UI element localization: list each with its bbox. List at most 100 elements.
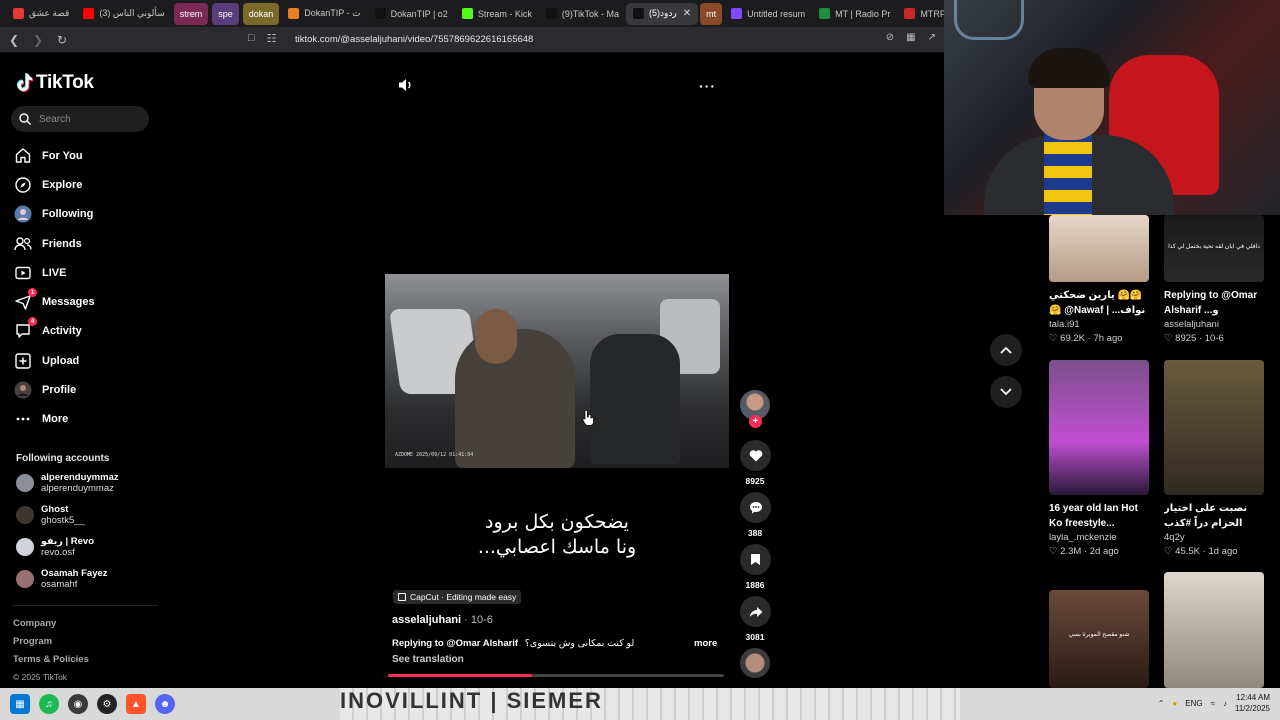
- browser-tab[interactable]: dokan: [242, 2, 280, 25]
- comment-button[interactable]: [740, 492, 771, 523]
- video-thumbnail[interactable]: [1164, 360, 1264, 495]
- tiktok-logo[interactable]: TikTok: [16, 72, 94, 94]
- video-thumbnail[interactable]: شنو مقصح الموبرة بسي: [1049, 590, 1149, 688]
- browser-tab[interactable]: (9)TikTok - Ma: [539, 3, 626, 25]
- discord-icon[interactable]: ☻: [155, 694, 175, 714]
- video-thumbnail[interactable]: [1049, 215, 1149, 282]
- search-input[interactable]: [39, 113, 139, 125]
- follow-plus-icon[interactable]: +: [749, 415, 762, 428]
- system-clock[interactable]: 12:44 AM 11/2/2025: [1235, 692, 1270, 714]
- sidebar-item-explore[interactable]: Explore: [14, 170, 95, 199]
- tab-favicon-icon: [731, 8, 743, 19]
- browser-tab[interactable]: Untitled resum: [724, 3, 812, 25]
- suggested-video-card[interactable]: نصبت على اختيار الحزام دراً #كذب هيييييي…: [1164, 360, 1264, 559]
- music-disc[interactable]: [740, 648, 770, 678]
- suggested-author[interactable]: 4q2y: [1164, 531, 1264, 545]
- video-thumbnail[interactable]: [1049, 360, 1149, 495]
- back-icon[interactable]: ❮: [4, 30, 24, 50]
- browser-tab[interactable]: strem: [173, 2, 209, 25]
- app-icon[interactable]: ⚙: [97, 694, 117, 714]
- speaker-icon[interactable]: ♪: [1223, 699, 1227, 708]
- bookmark-icon[interactable]: □: [248, 32, 255, 45]
- share-page-icon[interactable]: ↗: [928, 32, 936, 43]
- account-handle: revo.osf: [41, 547, 75, 558]
- footer-link-company[interactable]: Company: [13, 618, 89, 636]
- windows-start-icon[interactable]: ▦: [10, 694, 30, 714]
- browser-tab[interactable]: Stream - Kick: [455, 3, 539, 25]
- footer-link-program[interactable]: Program: [13, 636, 89, 654]
- sidebar-item-for-you[interactable]: For You: [14, 141, 95, 170]
- wifi-icon[interactable]: ≈: [1211, 699, 1215, 708]
- suggested-video-card[interactable]: [1164, 572, 1264, 688]
- following-account[interactable]: ريفو | Revo revo.osf: [16, 536, 94, 558]
- suggested-author[interactable]: tala.i91: [1049, 318, 1149, 332]
- site-settings-icon[interactable]: ☷: [267, 32, 277, 45]
- suggested-video-card[interactable]: شنو مقصح الموبرة بسي: [1049, 590, 1149, 688]
- sidebar-item-friends[interactable]: Friends: [14, 229, 95, 258]
- browser-tab[interactable]: DokanTIP - ت: [281, 3, 367, 25]
- reader-view-icon[interactable]: ▦: [906, 32, 915, 43]
- sidebar-item-messages[interactable]: 1 Messages: [14, 287, 95, 316]
- more-options-icon[interactable]: ···: [699, 78, 716, 94]
- like-button[interactable]: [740, 440, 771, 471]
- no-tracking-icon[interactable]: ⊘: [886, 32, 894, 43]
- video-author[interactable]: asselaljuhani · 10-6: [392, 614, 493, 626]
- tray-chevron-icon[interactable]: ⌃: [1158, 699, 1165, 708]
- search-box[interactable]: [11, 106, 149, 132]
- suggested-author[interactable]: layla_.mckenzie: [1049, 531, 1149, 545]
- browser-tab[interactable]: (5)ردود ✕: [626, 2, 699, 25]
- tab-favicon-icon: [819, 8, 831, 19]
- footer-link-terms[interactable]: Terms & Policies: [13, 654, 89, 672]
- sidebar-item-live[interactable]: LIVE: [14, 258, 95, 287]
- video-thumbnail[interactable]: دافلي في ابان لقه تحية بختمل لي كذا: [1164, 215, 1264, 282]
- browser-tab[interactable]: DokanTIP | o2: [368, 3, 455, 25]
- share-button[interactable]: [740, 596, 771, 627]
- close-tab-icon[interactable]: ✕: [683, 8, 691, 19]
- tray-app-icon[interactable]: ●: [1172, 699, 1177, 708]
- suggested-author[interactable]: asselaljuhani: [1164, 318, 1264, 332]
- following-account[interactable]: Osamah Fayez osamahf: [16, 568, 108, 590]
- sidebar-item-more[interactable]: More: [14, 405, 95, 434]
- browser-tab[interactable]: mt: [700, 2, 723, 25]
- suggested-video-card[interactable]: دافلي في ابان لقه تحية بختمل لي كذا Reply…: [1164, 215, 1264, 346]
- suggested-title: Replying to @Omar Alsharif ...و: [1164, 290, 1258, 316]
- browser-tab[interactable]: قصة عشق: [6, 3, 76, 25]
- avatar: [16, 570, 34, 588]
- browser-tab[interactable]: spe: [212, 2, 239, 25]
- browser-tab[interactable]: (3) سألوني الناس: [76, 3, 171, 25]
- sidebar-item-label: Profile: [42, 384, 77, 397]
- next-video-button[interactable]: [990, 376, 1022, 408]
- spotify-icon[interactable]: ♫: [39, 694, 59, 714]
- more-button[interactable]: more: [694, 638, 717, 649]
- video-frame[interactable]: AZDOME 2025/09/12 01:41:04: [385, 274, 729, 468]
- bookmark-button[interactable]: [740, 544, 771, 575]
- following-account[interactable]: Ghost ghostk5__: [16, 504, 85, 526]
- browser-tab[interactable]: MT | Radio Pr: [812, 3, 897, 25]
- account-handle: osamahf: [41, 579, 78, 590]
- video-progress-bar[interactable]: [388, 674, 724, 677]
- scarf: [1044, 130, 1092, 215]
- sidebar-item-activity[interactable]: 4 Activity: [14, 317, 95, 346]
- capcut-anchor[interactable]: CapCut · Editing made easy: [393, 590, 522, 604]
- see-translation-link[interactable]: See translation: [392, 654, 464, 665]
- previous-video-button[interactable]: [990, 334, 1022, 366]
- progress-fill: [388, 674, 533, 677]
- reload-icon[interactable]: ↻: [52, 30, 72, 50]
- url-field[interactable]: tiktok.com/@asselaljuhani/video/75578696…: [295, 34, 533, 45]
- reply-prefix[interactable]: Replying to @Omar Alsharif: [392, 638, 518, 649]
- suggested-video-card[interactable]: يارين ضحكتي 🤗🤗🤗 @Nawaf | ...نواف tala.i91…: [1049, 215, 1149, 346]
- sidebar-item-following[interactable]: Following: [14, 200, 95, 229]
- video-thumbnail[interactable]: [1164, 572, 1264, 688]
- caption-line-1: يضحكون بكل برود: [485, 511, 629, 533]
- sidebar-item-upload[interactable]: Upload: [14, 346, 95, 375]
- suggested-age: 10-6: [1204, 333, 1224, 344]
- forward-icon[interactable]: ❯: [28, 30, 48, 50]
- suggested-video-card[interactable]: 16 year old Ian Hot Ko freestyle... layla…: [1049, 360, 1149, 559]
- volume-icon[interactable]: [398, 78, 414, 92]
- obs-icon[interactable]: ◉: [68, 694, 88, 714]
- following-account[interactable]: alperenduymmaz alperenduymmaz: [16, 472, 119, 494]
- brave-browser-icon[interactable]: ▲: [126, 694, 146, 714]
- author-name[interactable]: asselaljuhani: [392, 614, 461, 626]
- sidebar-item-profile[interactable]: Profile: [14, 375, 95, 404]
- language-indicator[interactable]: ENG: [1185, 699, 1202, 708]
